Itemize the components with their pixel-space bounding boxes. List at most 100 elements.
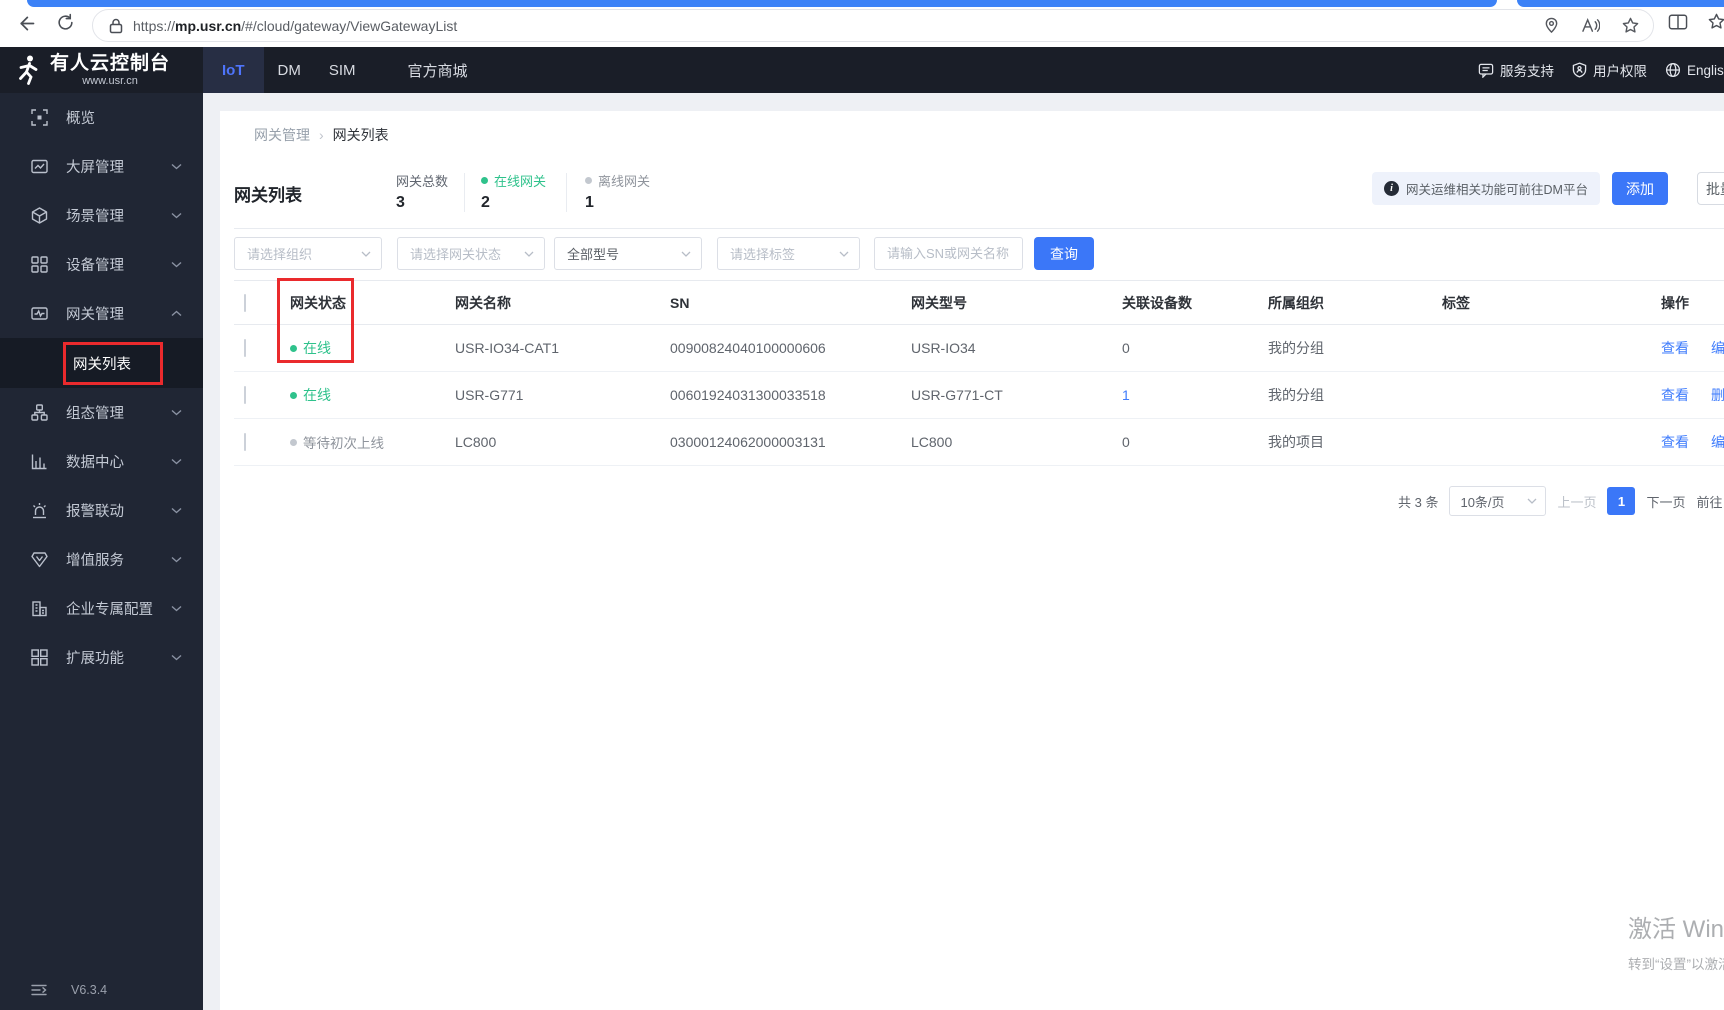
- chevron-down-icon: [171, 654, 182, 661]
- usr-person-logo-icon: [14, 54, 42, 86]
- sidebar-item-value-added[interactable]: 增值服务: [0, 535, 203, 584]
- gateway-name: USR-IO34-CAT1: [455, 340, 559, 356]
- chevron-down-icon: [681, 251, 691, 257]
- breadcrumb-parent[interactable]: 网关管理: [254, 125, 310, 145]
- edit-link[interactable]: 编辑: [1711, 432, 1724, 452]
- sidebar-item-devices[interactable]: 设备管理: [0, 240, 203, 289]
- sidebar-subitem-label: 网关列表: [73, 356, 131, 373]
- favorite-star-icon[interactable]: [1622, 17, 1639, 34]
- chevron-down-icon: [361, 251, 371, 257]
- read-aloud-icon[interactable]: [1581, 17, 1600, 34]
- online-dot-icon: [290, 391, 297, 399]
- query-button[interactable]: 查询: [1034, 237, 1094, 270]
- view-link[interactable]: 查看: [1661, 338, 1689, 358]
- nav-tab-iot[interactable]: IoT: [203, 47, 264, 93]
- refresh-icon[interactable]: [56, 13, 75, 32]
- gateway-model: USR-IO34: [911, 340, 976, 356]
- content-panel: 网关管理 › 网关列表 网关列表 网关总数 3 在线网关 2 离线网关 1 i …: [220, 111, 1724, 1010]
- collapse-sidebar-icon[interactable]: [31, 984, 47, 996]
- sidebar-item-enterprise[interactable]: 企业专属配置: [0, 584, 203, 633]
- lock-icon: [109, 18, 123, 34]
- tag-select[interactable]: 请选择标签: [717, 237, 860, 270]
- row-checkbox[interactable]: [244, 386, 246, 404]
- model-select[interactable]: 全部型号: [554, 237, 702, 270]
- sn-search-input[interactable]: [874, 237, 1023, 270]
- sidebar-item-bigscreen[interactable]: 大屏管理: [0, 142, 203, 191]
- chevron-down-icon: [171, 507, 182, 514]
- dm-notice-text: 网关运维相关功能可前往DM平台: [1406, 183, 1588, 197]
- sidebar-item-label: 企业专属配置: [66, 602, 153, 618]
- location-icon[interactable]: [1544, 17, 1559, 34]
- cube-icon: [31, 207, 48, 224]
- sidebar-item-label: 网关管理: [66, 307, 124, 323]
- browser-tab-accent: [27, 0, 1497, 7]
- nav-tab-dm[interactable]: DM: [264, 47, 315, 93]
- breadcrumb-current: 网关列表: [332, 127, 389, 143]
- page-size-select[interactable]: 10条/页: [1449, 486, 1547, 516]
- collections-star-icon[interactable]: [1708, 13, 1724, 30]
- delete-link[interactable]: 删除: [1711, 385, 1724, 405]
- row-checkbox[interactable]: [244, 339, 246, 357]
- sidebar-item-overview[interactable]: 概览: [0, 93, 203, 142]
- version-label: V6.3.4: [71, 983, 108, 997]
- back-icon[interactable]: [16, 13, 37, 34]
- next-page-button[interactable]: 下一页: [1646, 492, 1685, 511]
- url-path: /#/cloud/gateway/ViewGatewayList: [241, 17, 458, 34]
- sidebar-item-extensions[interactable]: 扩展功能: [0, 633, 203, 682]
- row-checkbox[interactable]: [244, 433, 246, 451]
- sidebar-item-alarm[interactable]: 报警联动: [0, 486, 203, 535]
- sidebar-item-configuration[interactable]: 组态管理: [0, 388, 203, 437]
- bar-chart-icon: [31, 453, 48, 470]
- split-screen-icon[interactable]: [1668, 13, 1688, 31]
- sidebar-item-scene[interactable]: 场景管理: [0, 191, 203, 240]
- edit-link[interactable]: 编辑: [1711, 338, 1724, 358]
- add-gateway-button[interactable]: 添加: [1612, 172, 1668, 205]
- chevron-down-icon: [171, 163, 182, 170]
- nav-tab-sim[interactable]: SIM: [315, 47, 370, 93]
- view-link[interactable]: 查看: [1661, 385, 1689, 405]
- gateway-stats: 网关总数 3 在线网关 2 离线网关 1: [396, 173, 650, 212]
- sidebar-item-label: 增值服务: [66, 553, 124, 569]
- gateway-sn: 00900824040100000606: [670, 340, 826, 356]
- sidebar-item-gateway-list[interactable]: 网关列表: [0, 338, 203, 388]
- current-page-button[interactable]: 1: [1607, 487, 1636, 515]
- language-switch[interactable]: English: [1665, 62, 1724, 78]
- sidebar-item-gateway[interactable]: 网关管理: [0, 289, 203, 338]
- url-text[interactable]: https://mp.usr.cn/#/cloud/gateway/ViewGa…: [133, 18, 457, 34]
- page-background: 网关管理 › 网关列表 网关列表 网关总数 3 在线网关 2 离线网关 1 i …: [203, 93, 1724, 1010]
- service-support[interactable]: 服务支持: [1478, 60, 1554, 80]
- table-row: 等待初次上线 LC800 03000124062000003131 LC800 …: [234, 419, 1724, 466]
- status-select-placeholder: 请选择网关状态: [410, 247, 502, 262]
- url-bar[interactable]: https://mp.usr.cn/#/cloud/gateway/ViewGa…: [92, 9, 1654, 42]
- info-icon: i: [1384, 181, 1399, 196]
- screen-chart-icon: [31, 158, 48, 175]
- user-permission[interactable]: 用户权限: [1572, 60, 1647, 80]
- batch-button[interactable]: 批量: [1697, 172, 1724, 205]
- prev-page-button[interactable]: 上一页: [1557, 492, 1596, 511]
- col-gateway-model: 网关型号: [911, 294, 967, 311]
- sidebar-item-datacenter[interactable]: 数据中心: [0, 437, 203, 486]
- view-link[interactable]: 查看: [1661, 432, 1689, 452]
- sidebar-item-label: 扩展功能: [66, 651, 124, 667]
- gateway-model: LC800: [911, 434, 953, 450]
- nav-tab-shop[interactable]: 官方商城: [394, 47, 482, 93]
- model-select-value: 全部型号: [567, 247, 620, 262]
- pagination: 共 3 条 10条/页 上一页 1 下一页 前往: [1398, 486, 1723, 516]
- gateway-status-select[interactable]: 请选择网关状态: [397, 237, 545, 270]
- chevron-down-icon: [171, 409, 182, 416]
- org-select[interactable]: 请选择组织: [234, 237, 382, 270]
- org-select-placeholder: 请选择组织: [247, 247, 313, 262]
- windows-activation-watermark: 激活 Windows 转到“设置”以激活 Windows。: [1628, 915, 1724, 973]
- select-all-checkbox[interactable]: [244, 293, 246, 312]
- chevron-down-icon: [171, 212, 182, 219]
- chevron-down-icon: [171, 605, 182, 612]
- device-count-link[interactable]: 1: [1106, 387, 1252, 403]
- brand[interactable]: 有人云控制台 www.usr.cn: [0, 47, 203, 93]
- status-badge: 在线: [274, 338, 439, 358]
- stat-online-value: 2: [481, 194, 490, 211]
- stat-total-label: 网关总数: [396, 174, 449, 189]
- sidebar-footer: V6.3.4: [0, 983, 203, 997]
- total-count: 共 3 条: [1398, 494, 1439, 510]
- gateway-model: USR-G771-CT: [911, 387, 1003, 403]
- chevron-down-icon: [524, 251, 534, 257]
